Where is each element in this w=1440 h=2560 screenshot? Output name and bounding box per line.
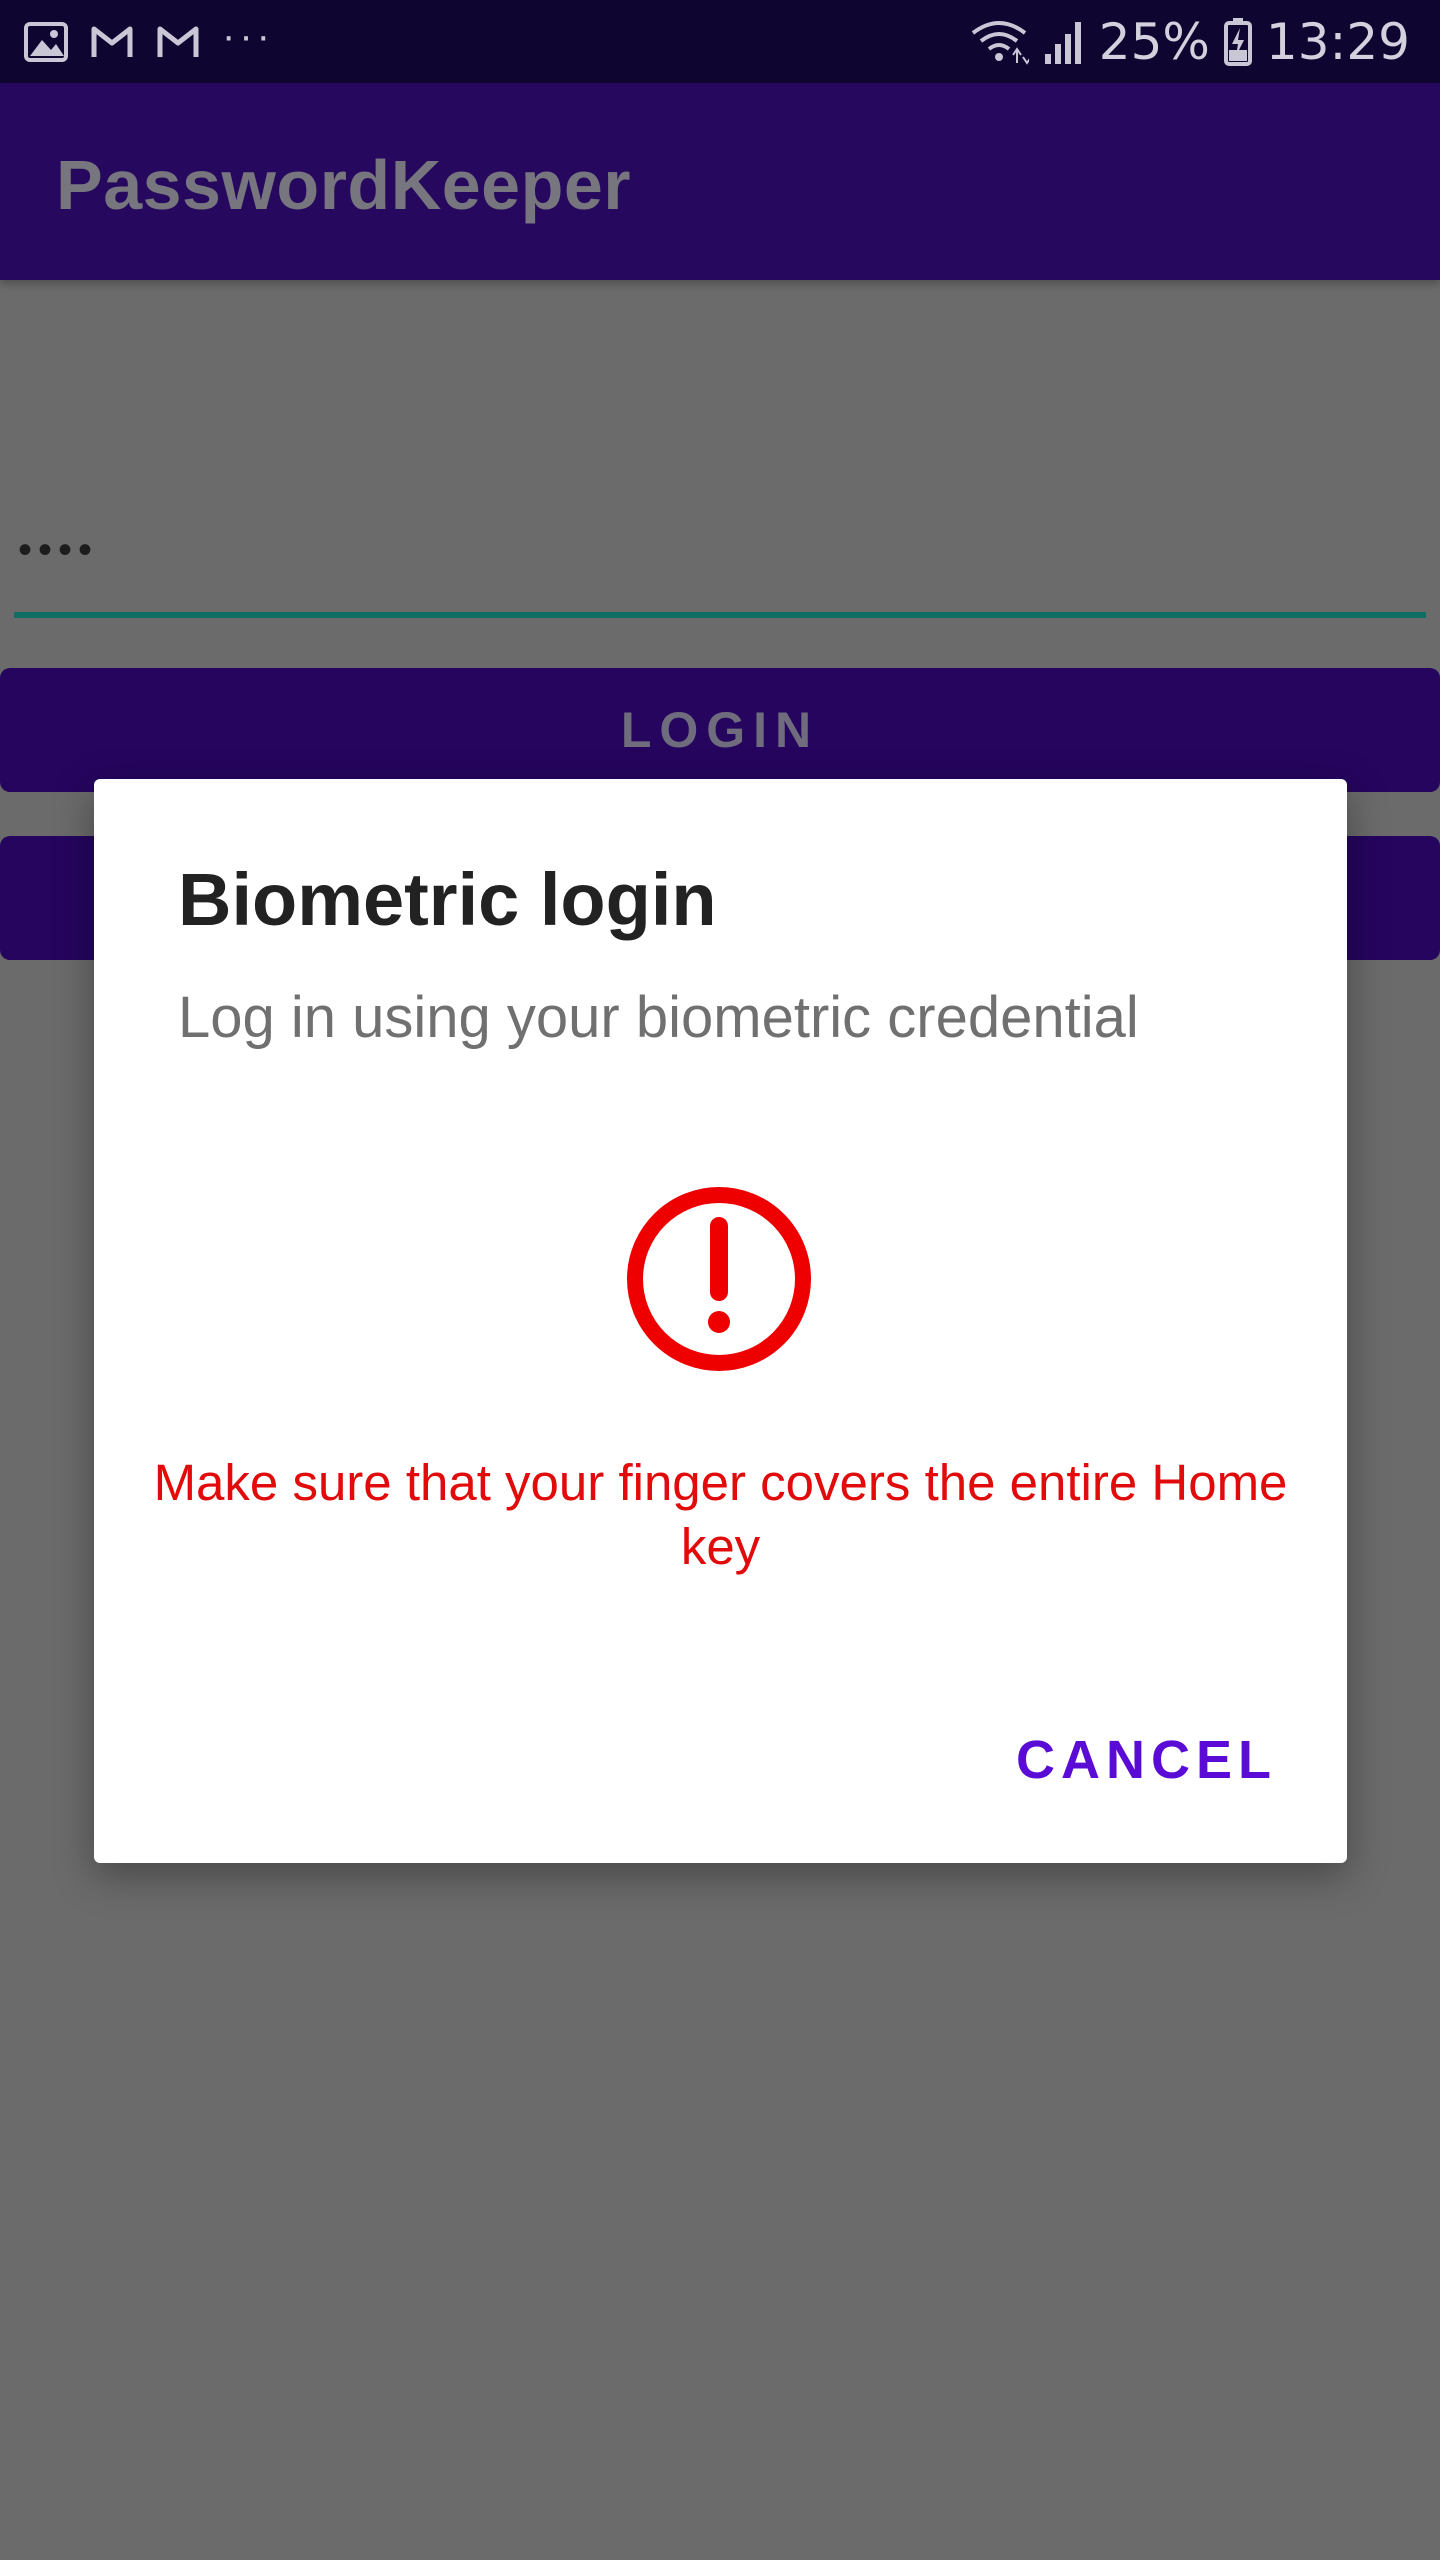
dialog-title: Biometric login xyxy=(178,858,717,941)
gallery-icon xyxy=(24,21,68,62)
signal-icon xyxy=(1044,21,1081,64)
notification-icons: ··· xyxy=(24,0,274,83)
error-exclamation-icon xyxy=(627,1187,811,1371)
app-title: PasswordKeeper xyxy=(56,146,632,224)
cancel-button[interactable]: CANCEL xyxy=(1016,1729,1277,1791)
biometric-dialog: Biometric login Log in using your biomet… xyxy=(94,779,1347,1863)
password-input-underline xyxy=(14,612,1426,618)
gmail-icon xyxy=(91,26,133,57)
battery-charging-icon xyxy=(1223,17,1252,66)
app-bar: PasswordKeeper xyxy=(0,83,1440,280)
error-message: Make sure that your finger covers the en… xyxy=(153,1454,1288,1575)
status-bar: ··· 25% 13:29 xyxy=(0,0,1440,83)
wifi-icon xyxy=(971,20,1029,65)
gmail-icon xyxy=(157,26,199,57)
dialog-subtitle: Log in using your biometric credential xyxy=(178,985,1139,1050)
more-notifications-indicator: ··· xyxy=(222,13,274,58)
password-input[interactable]: •••• xyxy=(18,528,98,573)
battery-percent: 25% xyxy=(1098,12,1210,71)
login-button[interactable]: LOGIN xyxy=(0,668,1440,792)
clock: 13:29 xyxy=(1265,12,1410,71)
